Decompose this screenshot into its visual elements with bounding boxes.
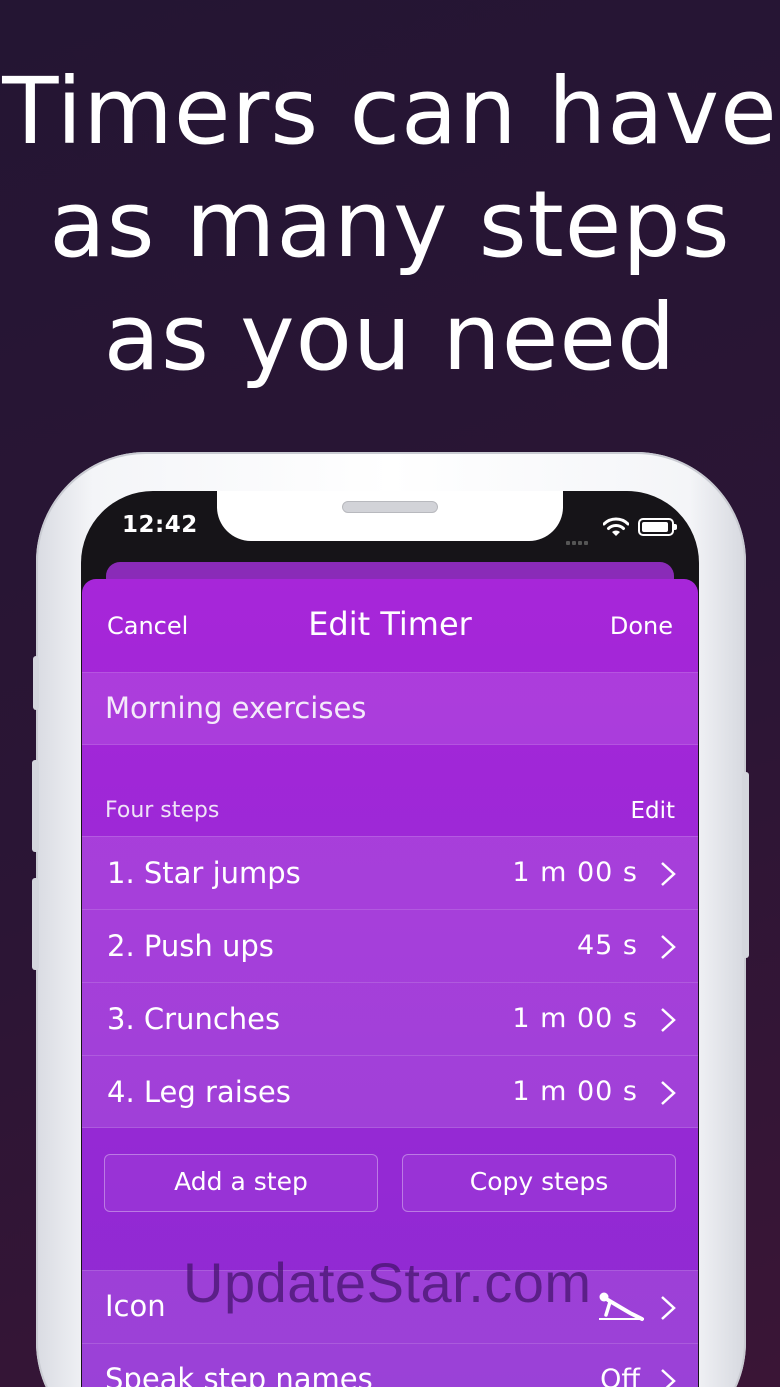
notch <box>217 491 563 541</box>
status-time: 12:42 <box>122 512 198 538</box>
volume-up-button <box>32 760 39 852</box>
step-label: 1. Star jumps <box>107 856 301 890</box>
chevron-right-icon <box>661 1081 676 1105</box>
steps-list: 1. Star jumps 1 m 00 s 2. Push ups 45 s … <box>82 836 698 1128</box>
nav-bar: Cancel Edit Timer Done <box>82 579 698 673</box>
step-row-4[interactable]: 4. Leg raises 1 m 00 s <box>82 1055 698 1128</box>
power-button <box>742 772 749 958</box>
option-label: Speak step names <box>105 1362 373 1387</box>
step-duration: 1 m 00 s <box>512 1076 638 1107</box>
volume-down-button <box>32 878 39 970</box>
step-duration: 45 s <box>576 930 638 961</box>
headline-line-3: as you need <box>103 284 677 391</box>
step-label: 4. Leg raises <box>107 1075 291 1109</box>
step-label: 2. Push ups <box>107 929 274 963</box>
headline-line-2: as many steps <box>49 171 731 278</box>
timer-name-value: Morning exercises <box>105 691 367 725</box>
step-label: 3. Crunches <box>107 1002 281 1036</box>
earpiece-speaker <box>342 501 438 513</box>
timer-name-field[interactable]: Morning exercises <box>82 672 698 745</box>
chevron-right-icon <box>661 1008 676 1032</box>
headline: Timers can have as many steps as you nee… <box>0 55 780 394</box>
copy-steps-button[interactable]: Copy steps <box>402 1154 676 1212</box>
watermark: UpdateStar.com <box>183 1251 592 1314</box>
signal-icon <box>566 530 594 545</box>
headline-line-1: Timers can have <box>2 58 778 165</box>
done-button[interactable]: Done <box>610 612 673 640</box>
chevron-right-icon <box>661 935 676 959</box>
speak-step-names-row[interactable]: Speak step names Off <box>82 1343 698 1387</box>
add-step-button[interactable]: Add a step <box>104 1154 378 1212</box>
option-label: Icon <box>105 1289 166 1323</box>
chevron-right-icon <box>661 1296 676 1320</box>
page-title: Edit Timer <box>308 605 472 643</box>
mute-switch <box>33 656 39 710</box>
exercise-pose-icon <box>599 1292 644 1321</box>
chevron-right-icon <box>661 1369 676 1387</box>
step-duration: 1 m 00 s <box>512 857 638 888</box>
step-row-1[interactable]: 1. Star jumps 1 m 00 s <box>82 836 698 909</box>
edit-steps-button[interactable]: Edit <box>630 798 675 824</box>
battery-icon <box>638 518 677 536</box>
chevron-right-icon <box>661 862 676 886</box>
step-duration: 1 m 00 s <box>512 1003 638 1034</box>
step-row-3[interactable]: 3. Crunches 1 m 00 s <box>82 982 698 1055</box>
option-value: Off <box>600 1364 640 1387</box>
wifi-icon <box>603 517 629 536</box>
step-row-2[interactable]: 2. Push ups 45 s <box>82 909 698 982</box>
steps-section-header: Four steps <box>105 798 220 823</box>
